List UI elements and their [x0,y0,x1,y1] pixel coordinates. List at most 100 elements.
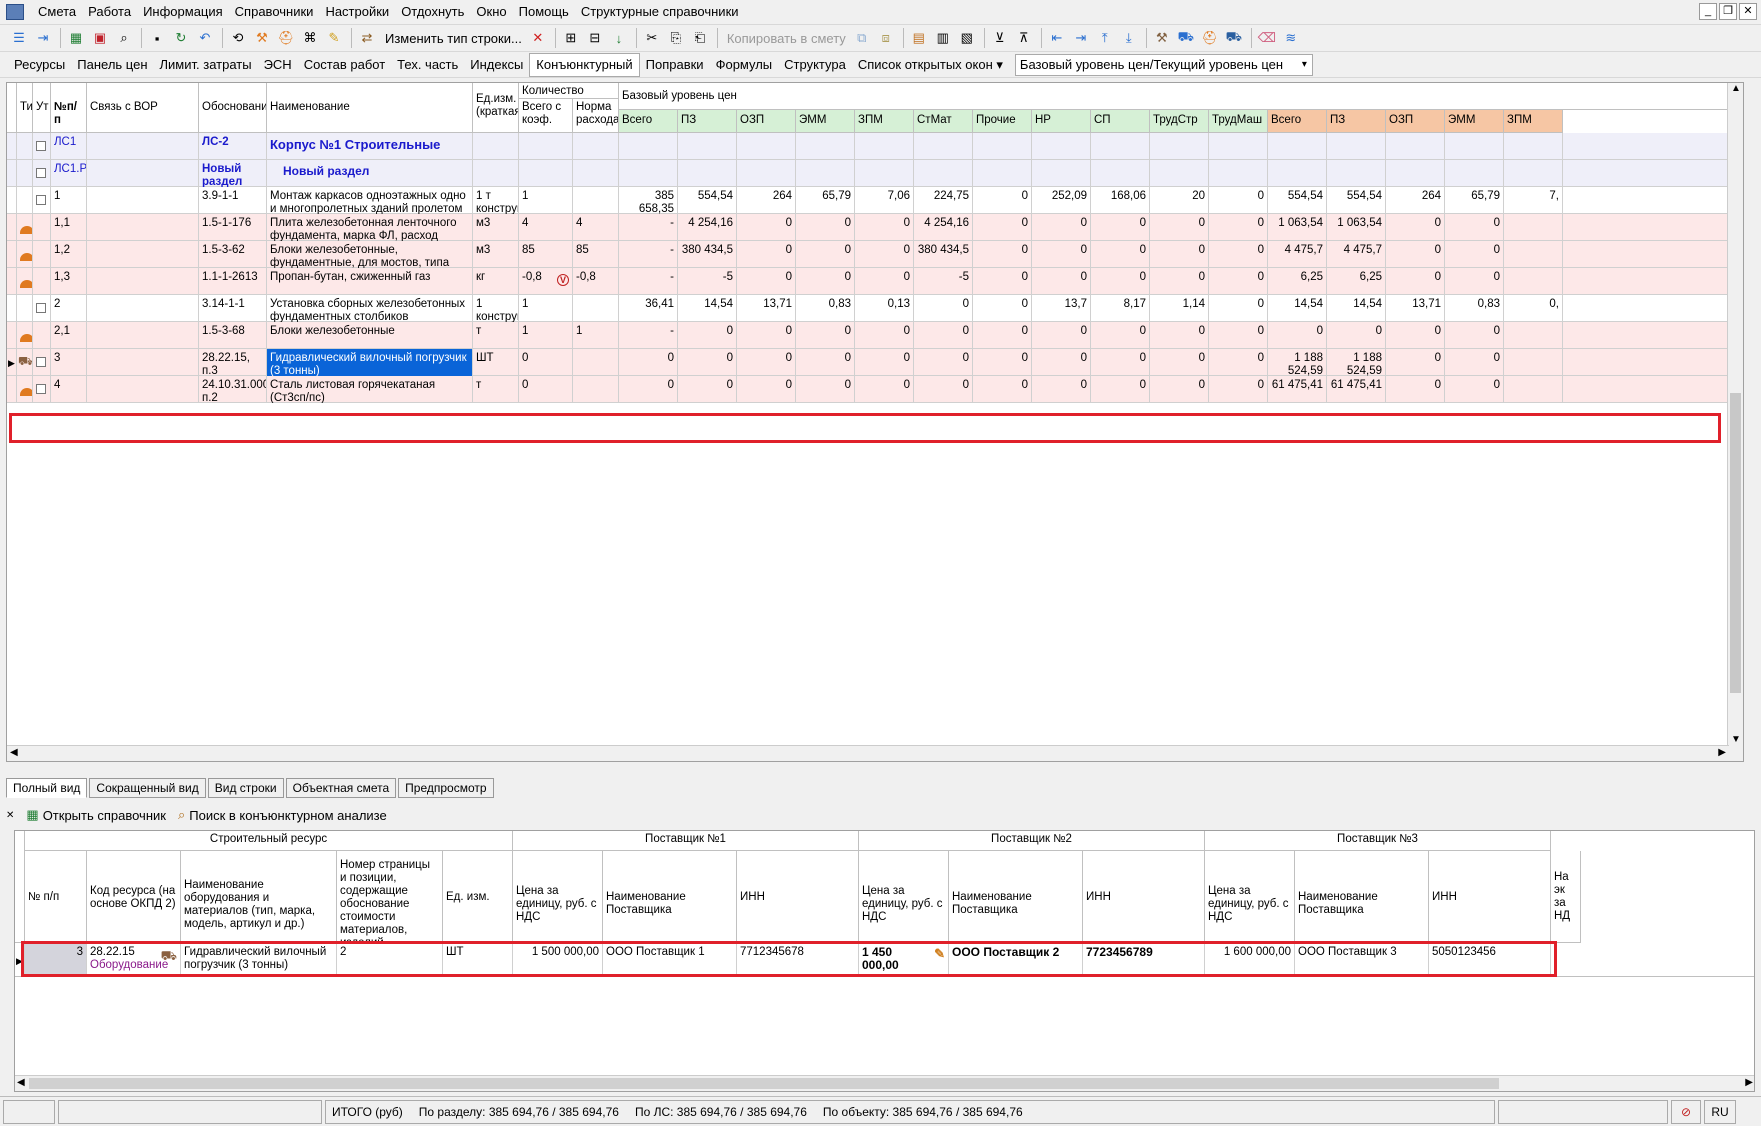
cell-price-value[interactable]: 0 [855,214,914,241]
row-checkbox-cell[interactable] [33,295,51,322]
language-indicator[interactable]: RU [1704,1099,1736,1124]
cell-justification[interactable]: 3.14-1-1 [199,295,267,322]
cell-price-value[interactable]: 0,83 [1445,295,1504,322]
row-type-cell[interactable]: ⛟ [17,349,33,376]
insert-row-icon[interactable]: ⇥ [32,27,54,49]
cell-price-value[interactable]: 224,75 [914,187,973,214]
cell-price-value[interactable]: 0 [1386,376,1445,403]
cell-norm[interactable]: 85 [573,241,619,268]
cell-price-value[interactable]: 0 [1150,376,1209,403]
cell-npp[interactable]: 1,3 [51,268,87,295]
grid-vertical-scrollbar[interactable]: ▲ ▼ [1727,83,1743,761]
recalc-icon[interactable]: ⟲ [227,27,249,49]
cell-norm[interactable]: -0,8 [573,268,619,295]
cell-price-value[interactable]: 0 [1150,241,1209,268]
cell-price-value[interactable]: 0 [973,241,1032,268]
cell-price-value[interactable] [1032,160,1091,187]
cell-price-3[interactable]: 1 600 000,00 [1205,943,1295,977]
cell-price-value[interactable]: 0 [1032,241,1091,268]
cell-price-value[interactable]: -5 [914,268,973,295]
row-checkbox[interactable] [36,168,46,178]
tab-indexes[interactable]: Индексы [464,54,529,76]
cell-inn-3[interactable]: 5050123456 [1429,943,1551,977]
cell-price-value[interactable]: 36,41 [619,295,678,322]
cell-price-value[interactable]: 0 [678,349,737,376]
menu-references[interactable]: Справочники [229,0,320,24]
cell-price-value[interactable] [1209,160,1268,187]
cell-price-value[interactable]: 0 [973,214,1032,241]
cell-unit[interactable]: м3 [473,241,519,268]
cell-price-value[interactable]: 0 [914,322,973,349]
row-checkbox[interactable] [36,384,46,394]
change-type-icon[interactable]: ⇄ [356,27,378,49]
row-type-cell[interactable] [17,214,33,241]
tab-esn[interactable]: ЭСН [258,54,298,76]
cell-price-value[interactable]: 0 [973,295,1032,322]
cell-price-value[interactable]: 0 [973,349,1032,376]
cell-price-value[interactable] [1150,133,1209,160]
cell-price-value[interactable]: 0 [737,376,796,403]
cell-price-value[interactable] [796,160,855,187]
row-indicator[interactable] [7,322,17,349]
row-indicator[interactable] [7,187,17,214]
cell-price-value[interactable]: 0 [1150,214,1209,241]
cell-price-value[interactable]: 0 [973,376,1032,403]
cell-name[interactable]: Пропан-бутан, сжиженный газ [267,268,473,295]
cell-price-value[interactable]: 0 [855,268,914,295]
cell-price-value[interactable]: 1 188 524,59 [1327,349,1386,376]
cell-price-value[interactable]: 0 [1091,322,1150,349]
minimize-icon[interactable]: _ [1699,3,1717,20]
cell-npp[interactable]: 2,1 [51,322,87,349]
cell-price-value[interactable]: 0 [737,322,796,349]
search-conjuncture-button[interactable]: ⌕ Поиск в конъюнктурном анализе [172,807,393,823]
row-type-cell[interactable] [17,322,33,349]
row-indicator[interactable] [7,295,17,322]
cell-name[interactable]: Сталь листовая горячекатаная (Ст3сп/пс) [267,376,473,403]
row-checkbox[interactable] [36,141,46,151]
cell-unit[interactable]: 1 конструк [473,295,519,322]
cell-supplier-name-2[interactable]: ООО Поставщик 2 [949,943,1083,977]
cell-price-value[interactable]: 0 [678,322,737,349]
cell-npp[interactable]: 1,2 [51,241,87,268]
cell-price-value[interactable] [1091,160,1150,187]
row-indicator[interactable] [7,241,17,268]
cell-price-value[interactable] [1032,133,1091,160]
suppliers-horizontal-scrollbar[interactable]: ◀ ▶ [15,1075,1754,1091]
cell-price-value[interactable] [796,133,855,160]
cell-vor-link[interactable] [87,322,199,349]
cell-price-value[interactable]: 0 [1209,349,1268,376]
cell-price-value[interactable]: 1 063,54 [1268,214,1327,241]
cell-price-value[interactable]: 6,25 [1268,268,1327,295]
row-indicator[interactable] [7,214,17,241]
row-type-cell[interactable] [17,187,33,214]
tab-conjuncture[interactable]: Конъюнктурный [529,52,640,77]
cell-price-value[interactable]: 0 [1091,241,1150,268]
cell-unit[interactable]: 1 т конструк [473,187,519,214]
tab-structure[interactable]: Структура [778,54,852,76]
book-icon[interactable]: ▤ [908,27,930,49]
cell-price-value[interactable]: 0 [914,376,973,403]
cell-price-value[interactable] [1445,160,1504,187]
cell-total-coef[interactable]: 0 [519,349,573,376]
delete-icon[interactable]: ✕ [527,27,549,49]
scroll-thumb[interactable] [29,1078,1499,1089]
estimate-row[interactable]: ▶ ⛟ 3 28.22.15, п.3 Гидравлический вилочный … [7,349,1743,376]
cell-price-value[interactable] [914,133,973,160]
cell-price-value[interactable]: 0,83 [796,295,855,322]
cell-price-value[interactable] [855,160,914,187]
tab-limit-costs[interactable]: Лимит. затраты [154,54,258,76]
copy-to-estimate-button[interactable]: Копировать в смету [722,31,851,46]
estimate-row[interactable]: 2,1 1.5-3-68 Блоки железобетонные т 1 1-0 0 0 0 0… [7,322,1743,349]
cell-unit[interactable]: ШТ [443,943,513,977]
cell-unit[interactable] [473,133,519,160]
estimate-row[interactable]: 1,1 1.5-1-176 Плита железобетонная ленточн… [7,214,1743,241]
cell-price-value[interactable]: - [619,268,678,295]
hat-icon[interactable]: ⛑ [275,27,297,49]
cell-npp[interactable]: 2 [51,295,87,322]
cell-price-value[interactable]: 0 [737,241,796,268]
cell-price-value[interactable]: 0 [1032,322,1091,349]
cell-price-value[interactable]: 4 475,7 [1327,241,1386,268]
change-row-type-button[interactable]: Изменить тип строки... [380,31,527,46]
menu-help[interactable]: Помощь [513,0,575,24]
layers-icon[interactable]: ≋ [1280,27,1302,49]
